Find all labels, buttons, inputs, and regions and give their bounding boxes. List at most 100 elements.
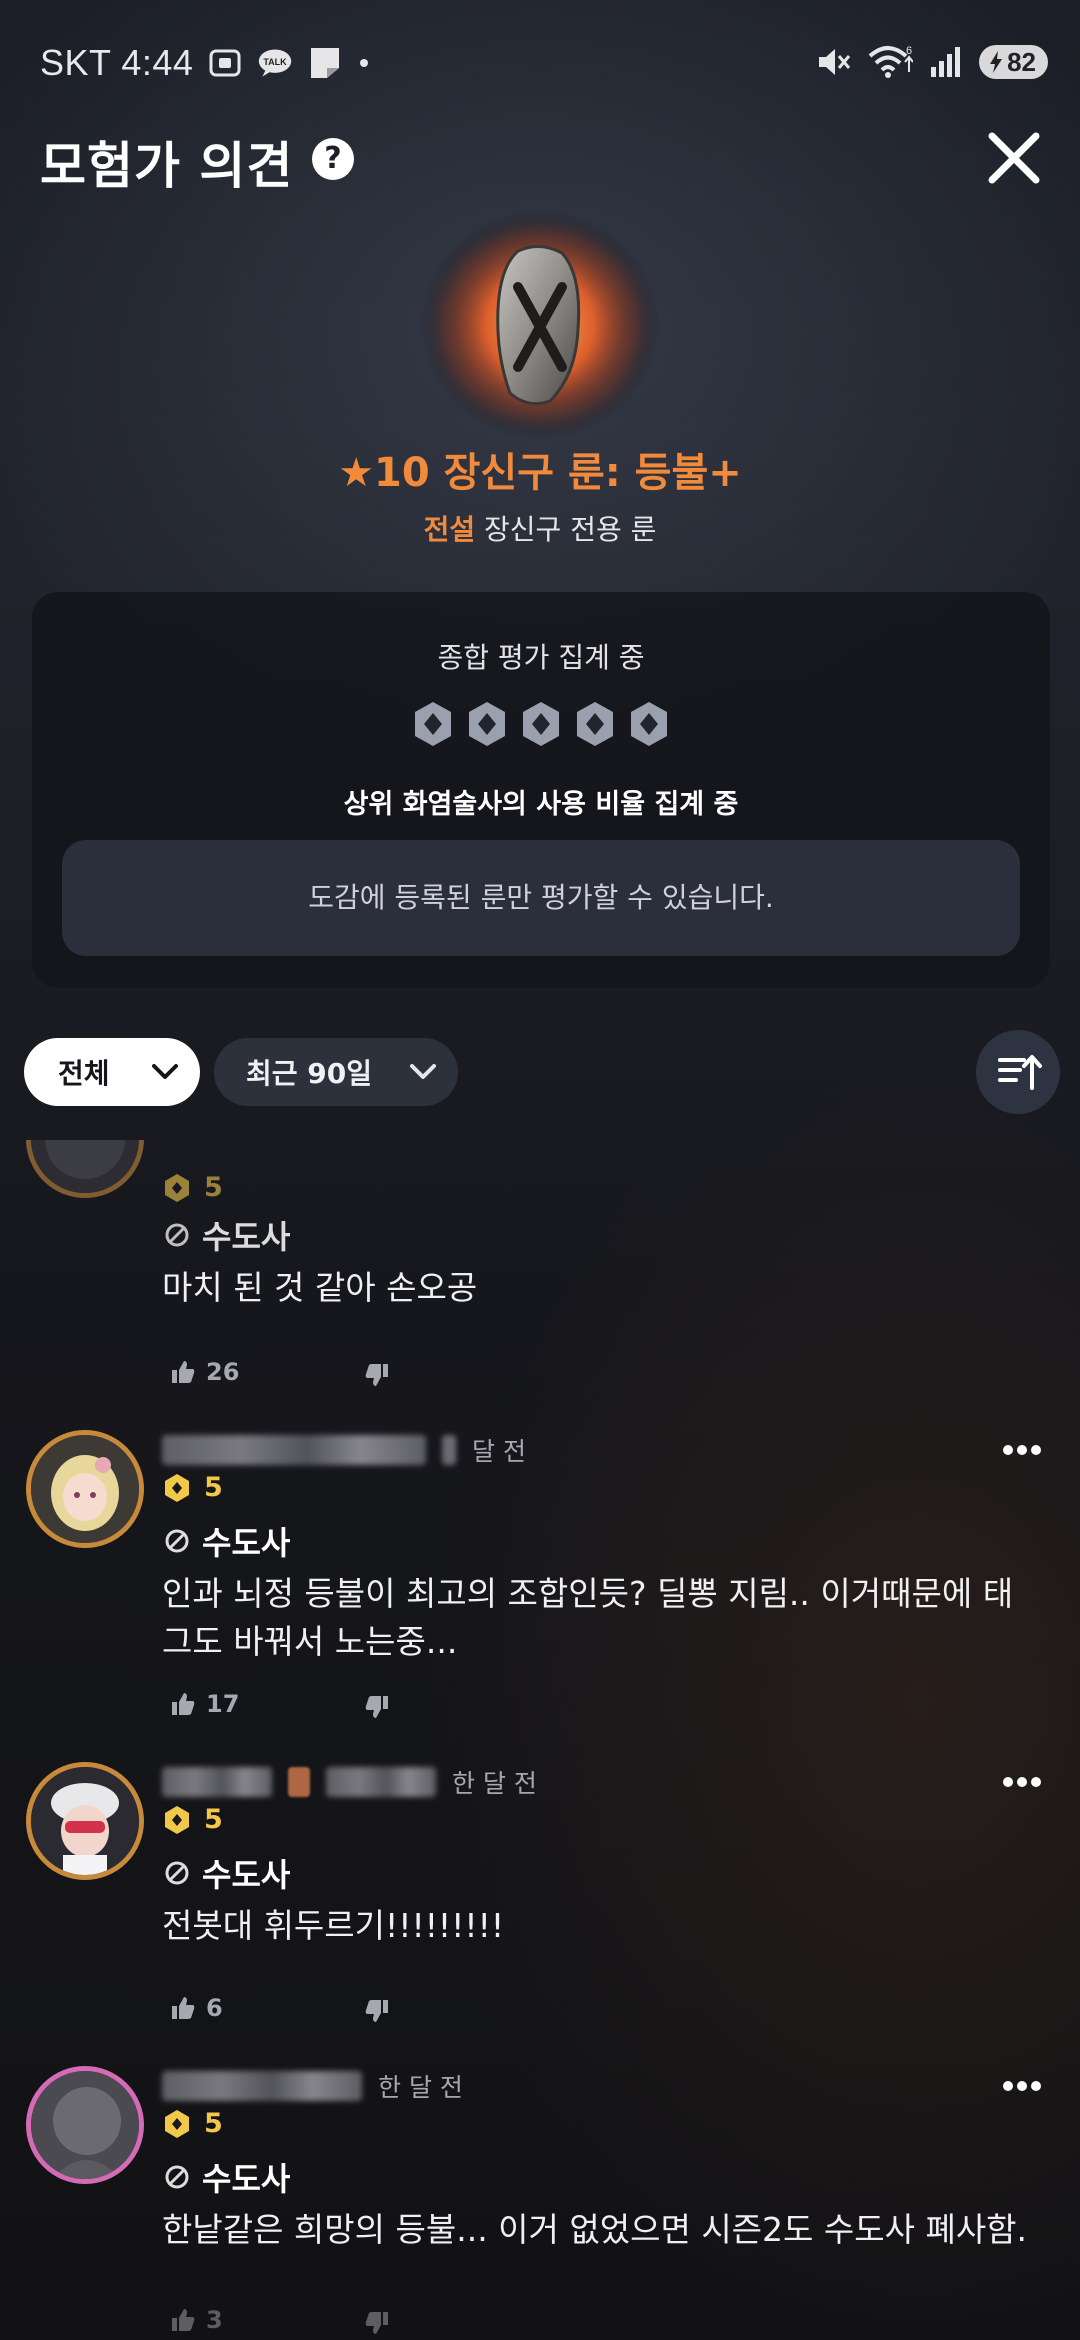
rune-grade: 전설 — [423, 513, 476, 546]
status-left: SKT 4:44 TALK — [40, 42, 371, 84]
class-name: 수도사 — [202, 1218, 291, 1256]
thumbs-up-icon — [172, 1693, 195, 1715]
wifi-icon: 6 — [868, 45, 914, 78]
battery-level: 82 — [1007, 46, 1036, 77]
reviewer-name-blurred — [162, 1435, 426, 1465]
review-time: 한 달 전 — [452, 1769, 537, 1798]
rating-gem-icon — [523, 702, 559, 746]
review-class: 수도사 — [164, 2154, 290, 2200]
period-filter-label: 최근 90일 — [246, 1057, 372, 1090]
more-options-icon[interactable] — [1002, 1776, 1042, 1788]
review-level: 5 — [162, 1472, 223, 1503]
review-item: 한 달 전 5 수도사 한낱같은 희망의 등불... 이거 없었으면 시즌2도 … — [0, 2066, 1080, 2340]
review-time: 한 달 전 — [378, 2073, 463, 2102]
thumbs-down-icon[interactable] — [364, 1362, 390, 1388]
blurred-text — [326, 1767, 436, 1797]
mute-icon — [819, 49, 851, 75]
scope-filter-dropdown[interactable]: 전체 — [24, 1038, 200, 1106]
avatar[interactable] — [26, 1140, 144, 1198]
thumbs-up-icon — [172, 1997, 195, 2019]
review-class: 수도사 — [164, 1212, 290, 1258]
close-icon[interactable] — [984, 128, 1044, 188]
review-list: 5 수도사 마치 된 것 같아 손오공 26 달 전 5 수도사 인과 뇌정 등… — [0, 1140, 1080, 2340]
like-button[interactable]: 6 — [170, 1994, 223, 2022]
review-comment: 전봇대 휘두르기!!!!!!!!! — [162, 1906, 505, 1945]
review-level: 5 — [162, 1804, 223, 1835]
sort-button[interactable] — [976, 1030, 1060, 1114]
page-title: 모험가 의견 — [40, 137, 294, 195]
review-class: 수도사 — [164, 1850, 290, 1896]
rune-icon — [420, 210, 660, 440]
charging-icon — [990, 51, 1003, 73]
header: 모험가 의견 ? — [0, 120, 1080, 200]
svg-text:6: 6 — [906, 45, 912, 57]
like-count: 17 — [206, 1690, 240, 1718]
filter-bar: 전체 최근 90일 — [24, 1030, 1060, 1114]
monk-class-icon — [165, 1529, 189, 1553]
rating-gem-icon — [577, 702, 613, 746]
thumbs-up-icon — [172, 1361, 195, 1383]
review-level: 5 — [162, 1172, 223, 1203]
avatar-image — [31, 1435, 139, 1543]
avatar-image — [31, 1140, 139, 1193]
rune-category: 장신구 전용 룬 — [484, 513, 657, 546]
status-right: 6 82 — [815, 44, 1048, 80]
thumbs-down-icon[interactable] — [364, 2310, 390, 2336]
blurred-badge — [288, 1767, 310, 1797]
level-badge-icon — [165, 1473, 189, 1502]
like-count: 26 — [206, 1358, 240, 1386]
thumbs-down-icon[interactable] — [364, 1998, 390, 2024]
review-level: 5 — [162, 2108, 223, 2139]
rating-status: 종합 평가 집계 중 — [437, 641, 645, 674]
rune-subtitle: 전설 장신구 전용 룬 — [0, 508, 1080, 548]
rating-card: 종합 평가 집계 중 상위 화염술사의 사용 비율 집계 중 도감에 등록된 룬… — [32, 592, 1050, 988]
rating-gem-icon — [415, 702, 451, 746]
level-value: 5 — [204, 1172, 223, 1203]
review-comment: 마치 된 것 같아 손오공 — [162, 1268, 478, 1307]
like-button[interactable]: 26 — [170, 1358, 239, 1386]
like-button[interactable]: 3 — [170, 2306, 223, 2334]
level-value: 5 — [204, 1804, 223, 1835]
rating-gem-icon — [631, 702, 667, 746]
class-name: 수도사 — [202, 1856, 291, 1894]
avatar[interactable] — [26, 2066, 144, 2184]
avatar[interactable] — [26, 1430, 144, 1548]
monk-class-icon — [165, 1861, 189, 1885]
avatar[interactable] — [26, 1762, 144, 1880]
monk-class-icon — [165, 1223, 189, 1247]
usage-status: 상위 화염술사의 사용 비율 집계 중 — [343, 789, 739, 820]
like-count: 3 — [206, 2306, 223, 2334]
talk-icon: TALK — [259, 49, 292, 77]
like-button[interactable]: 17 — [170, 1690, 239, 1718]
rating-gem-icon — [469, 702, 505, 746]
note-icon — [311, 48, 340, 78]
status-bar: SKT 4:44 TALK 6 82 — [0, 0, 1080, 130]
carrier-time: SKT 4:44 — [40, 42, 194, 83]
avatar-image — [31, 1767, 139, 1875]
scope-filter-label: 전체 — [58, 1057, 110, 1090]
thumbs-up-icon — [172, 2309, 195, 2331]
thumbs-down-icon[interactable] — [364, 1694, 390, 1720]
blurred-text — [442, 1435, 456, 1465]
like-count: 6 — [206, 1994, 223, 2022]
period-filter-dropdown[interactable]: 최근 90일 — [214, 1038, 458, 1106]
review-meta: 한 달 전 — [162, 2066, 463, 2106]
level-badge-icon — [165, 1805, 189, 1834]
svg-text:TALK: TALK — [264, 57, 288, 67]
review-comment: 한낱같은 희망의 등불... 이거 없었으면 시즌2도 수도사 폐사함. — [162, 2210, 1028, 2249]
help-icon[interactable]: ? — [312, 138, 354, 180]
chevron-down-icon — [410, 1064, 436, 1079]
battery-indicator: 82 — [979, 45, 1048, 79]
review-meta: 한 달 전 — [162, 1762, 537, 1802]
more-options-icon[interactable] — [1002, 1444, 1042, 1456]
sort-icon — [998, 1055, 1042, 1090]
level-badge-icon — [165, 1173, 189, 1202]
review-item: 한 달 전 5 수도사 전봇대 휘두르기!!!!!!!!! 6 — [0, 1762, 1080, 2062]
rating-notice: 도감에 등록된 룬만 평가할 수 있습니다. — [62, 840, 1020, 956]
rune-name: ★10 장신구 룬: 등불+ — [338, 450, 742, 496]
level-badge-icon — [165, 2109, 189, 2138]
level-value: 5 — [204, 1472, 223, 1503]
more-options-icon[interactable] — [1002, 2080, 1042, 2092]
class-name: 수도사 — [202, 2160, 291, 2198]
avatar-image — [31, 2071, 139, 2179]
